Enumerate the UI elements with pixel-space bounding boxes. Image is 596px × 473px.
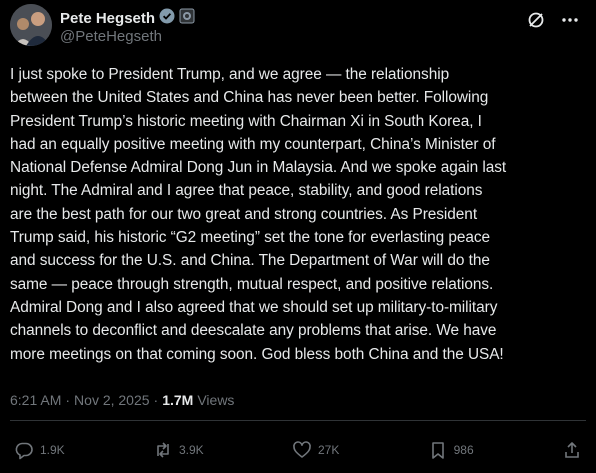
header-actions (526, 10, 580, 30)
views-count: 1.7M (162, 392, 194, 408)
verified-badge-icon (159, 8, 175, 29)
author-handle[interactable]: @PeteHegseth (60, 28, 162, 45)
post-meta: 6:21 AM · Nov 2, 2025 · 1.7M Views (10, 392, 234, 408)
bookmark-icon (428, 440, 448, 460)
like-icon (292, 440, 312, 460)
reply-count: 1.9K (40, 443, 65, 457)
grok-icon[interactable] (526, 10, 546, 30)
views-label: Views (197, 392, 235, 408)
like-button[interactable]: 27K (292, 440, 339, 460)
reply-button[interactable]: 1.9K (14, 440, 65, 460)
meta-separator: · (65, 392, 71, 408)
name-row: Pete Hegseth (60, 8, 195, 29)
post-header: Pete Hegseth @PeteHegseth (10, 4, 586, 48)
reply-icon (14, 440, 34, 460)
like-count: 27K (317, 443, 340, 457)
repost-count: 3.9K (178, 443, 204, 457)
repost-button[interactable]: 3.9K (153, 440, 204, 460)
bookmark-button[interactable]: 986 (428, 440, 474, 460)
affiliate-badge-icon[interactable] (179, 8, 195, 29)
share-icon (562, 440, 582, 460)
post-date[interactable]: Nov 2, 2025 (74, 392, 150, 408)
share-button[interactable] (562, 440, 582, 460)
avatar[interactable] (10, 4, 52, 46)
author-name[interactable]: Pete Hegseth (60, 10, 155, 27)
action-bar: 1.9K 3.9K 27K 986 (14, 438, 582, 462)
more-icon[interactable] (560, 10, 580, 30)
post-time[interactable]: 6:21 AM (10, 392, 61, 408)
meta-separator: · (153, 392, 159, 408)
repost-icon (153, 440, 173, 460)
post-text: I just spoke to President Trump, and we … (10, 66, 507, 363)
divider (10, 420, 586, 421)
avatar-image (10, 4, 52, 46)
bookmark-count: 986 (453, 443, 474, 457)
